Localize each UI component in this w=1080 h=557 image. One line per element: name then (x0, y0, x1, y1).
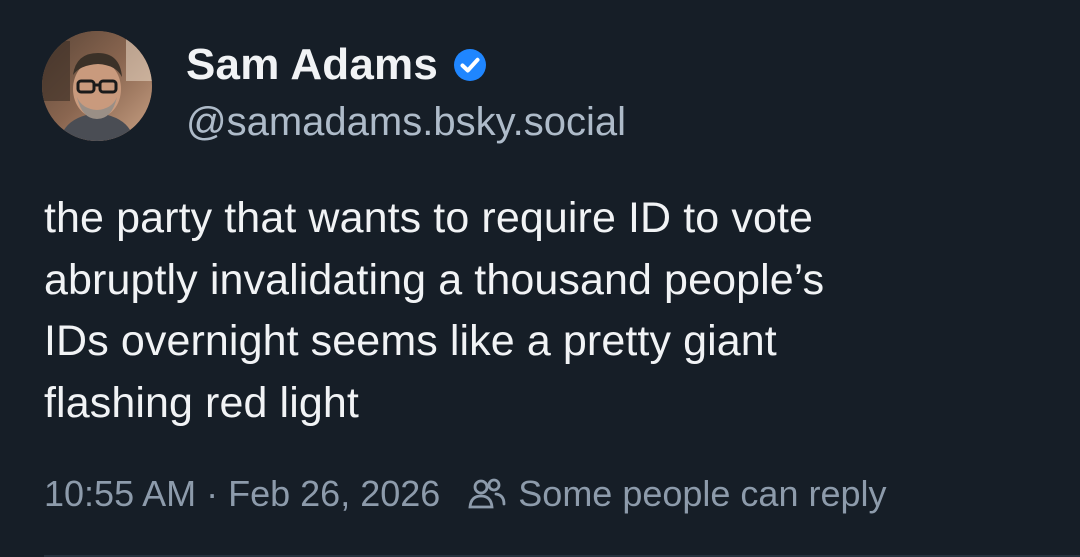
post-date[interactable]: Feb 26, 2026 (228, 473, 440, 515)
post-time[interactable]: 10:55 AM (44, 473, 196, 515)
meta-separator: · (206, 473, 219, 514)
author-avatar[interactable] (42, 31, 152, 141)
post-text-line: abruptly invalidating a thousand people’… (44, 255, 825, 304)
post-text-line: the party that wants to require ID to vo… (44, 194, 814, 242)
author-name-row: Sam Adams (186, 38, 488, 92)
post-meta: 10:55 AM · Feb 26, 2026 Some people can … (44, 468, 887, 520)
verified-check-icon[interactable] (452, 47, 488, 83)
people-icon (466, 473, 508, 515)
post-card: Sam Adams @samadams.bsky.social the part… (0, 0, 1080, 557)
avatar-photo-icon (42, 31, 152, 141)
post-text-line: IDs overnight seems like a pretty giant (44, 317, 777, 365)
post-text-line: flashing red light (44, 378, 359, 427)
author-display-name[interactable]: Sam Adams (186, 40, 438, 90)
reply-setting[interactable]: Some people can reply (518, 473, 886, 515)
post-text: the party that wants to require ID to vo… (44, 188, 1054, 434)
author-handle[interactable]: @samadams.bsky.social (186, 100, 626, 145)
